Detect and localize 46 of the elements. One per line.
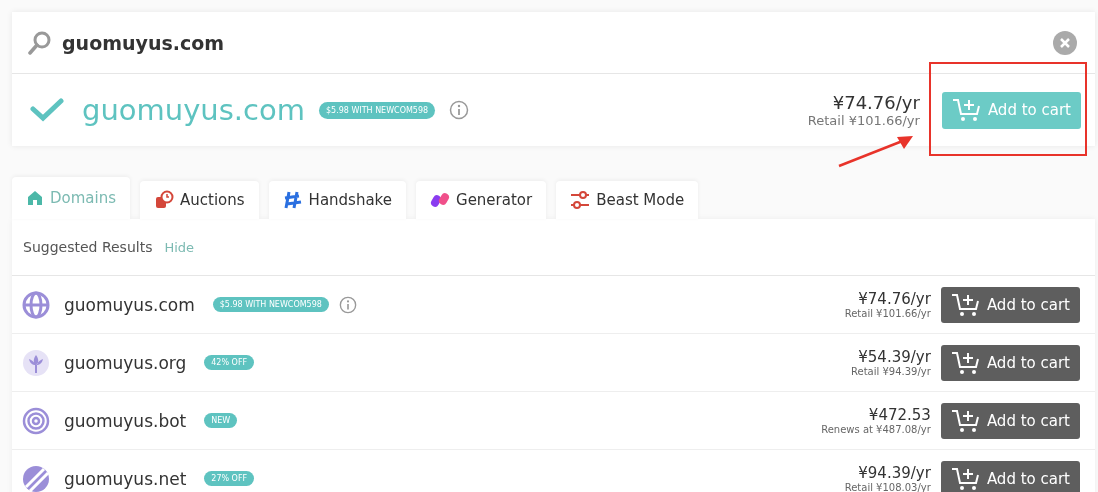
promo-badge: NEW — [204, 413, 238, 428]
add-to-cart-button[interactable]: Add to cart — [940, 286, 1080, 323]
info-icon[interactable] — [449, 100, 470, 120]
clock-icon — [154, 190, 175, 210]
tab[interactable]: Generator — [416, 181, 547, 219]
domain-name: guomuyus.net — [64, 468, 187, 489]
section-title: Suggested Results — [23, 239, 153, 255]
cart-icon — [950, 465, 981, 492]
home-icon — [26, 189, 44, 207]
lotus-icon — [22, 348, 50, 377]
tab[interactable]: Handshake — [268, 181, 406, 219]
cart-icon — [950, 407, 981, 434]
domain-name: guomuyus.com — [64, 294, 195, 315]
price: ¥74.76/yr — [832, 92, 920, 113]
domain-name: guomuyus.org — [64, 352, 187, 373]
domain-name: guomuyus.bot — [64, 410, 187, 431]
search-icon — [28, 29, 52, 56]
tab[interactable]: Auctions — [140, 181, 259, 219]
promo-badge: 42% OFF — [204, 355, 255, 370]
domain-name: guomuyus.com — [82, 93, 305, 127]
price: ¥472.53 — [868, 406, 931, 424]
cart-icon — [950, 291, 981, 318]
pills-icon — [430, 191, 450, 209]
price: ¥74.76/yr — [858, 290, 931, 308]
promo-badge: $5.98 WITH NEWCOM598 — [318, 101, 436, 119]
retail-price: Retail ¥101.66/yr — [807, 113, 920, 128]
tab[interactable]: Beast Mode — [556, 181, 699, 219]
promo-badge: $5.98 WITH NEWCOM598 — [212, 297, 329, 312]
cart-icon — [951, 97, 982, 123]
target-icon — [22, 406, 50, 435]
add-to-cart-button[interactable]: Add to cart — [940, 402, 1080, 439]
cart-icon — [950, 349, 981, 376]
price-note: Retail ¥101.66/yr — [844, 308, 931, 319]
globe-icon — [22, 290, 50, 319]
promo-badge: 27% OFF — [204, 471, 255, 486]
close-icon[interactable] — [1053, 30, 1077, 55]
info-icon[interactable] — [338, 295, 357, 314]
sliders-icon — [570, 191, 591, 209]
price: ¥94.39/yr — [858, 464, 931, 482]
price: ¥54.39/yr — [858, 348, 931, 366]
price-note: Retail ¥94.39/yr — [851, 366, 931, 377]
add-to-cart-button[interactable]: Add to cart — [940, 344, 1080, 381]
search-field[interactable]: guomuyus.com — [62, 31, 1043, 54]
add-to-cart-button[interactable]: Add to cart — [940, 460, 1080, 492]
hash-icon — [282, 190, 303, 210]
price-note: Renews at ¥487.08/yr — [821, 424, 931, 435]
